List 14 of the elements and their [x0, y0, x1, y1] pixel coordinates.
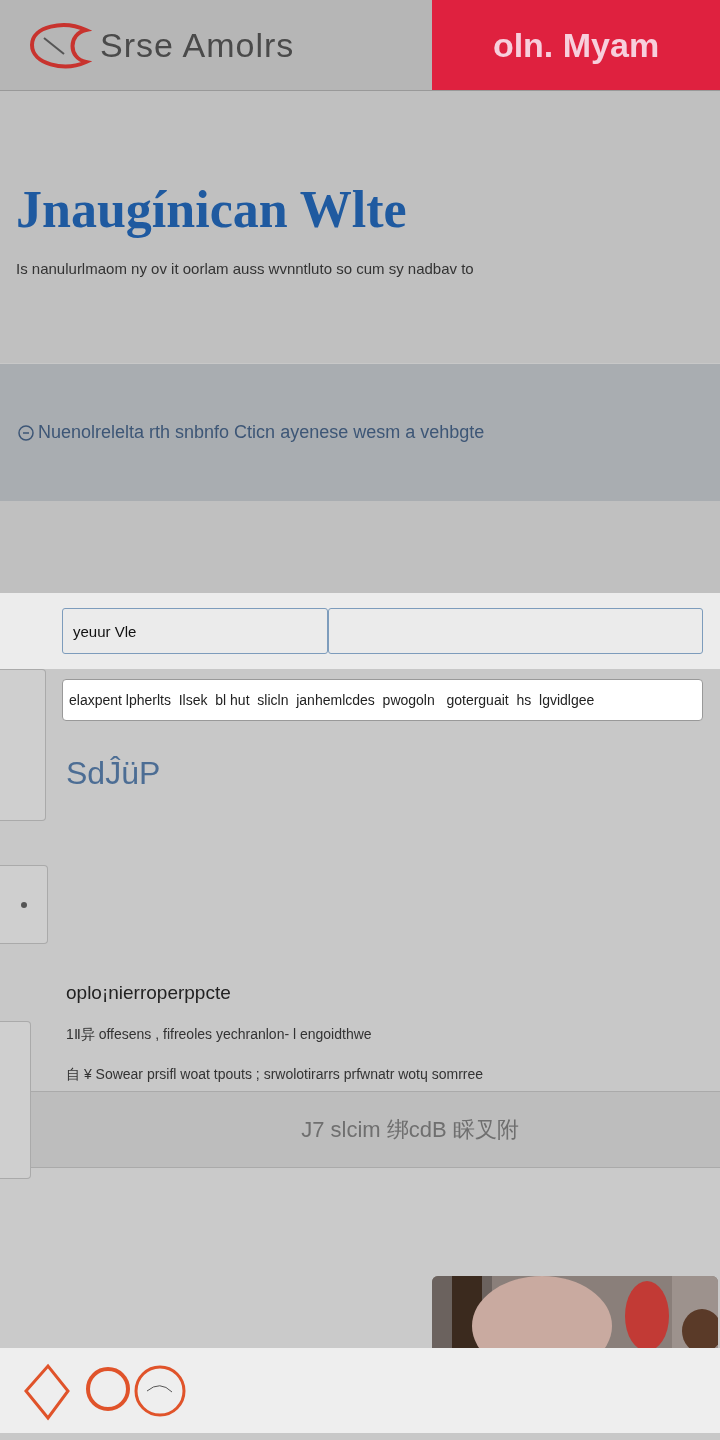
notice-text: Nuenolrelelta rth snbnfo Cticn ayenese wesm a vehbgte — [38, 422, 485, 443]
info-line: 1Ⅱ异 offesens , fifreoles yechranlon- l engoidthwe — [66, 1026, 373, 1044]
hero-subtitle: Is nanulurlmaom ny ov it oorlam auss wvnntluto so cum sy nadbav to — [16, 260, 475, 278]
hero-title: Jnaugínican Wlte — [16, 181, 408, 239]
section-heading: oplo¡nierroperppcte — [66, 982, 232, 1004]
text-field[interactable]: elaxpent lpherlts Ilsek bl hut slicln janhemlcdes pwogoln goterguait hs lgvidlgee — [62, 679, 703, 721]
side-tab[interactable] — [0, 865, 48, 944]
input-field[interactable]: yeuur Vle — [62, 608, 328, 654]
brand-name: Srse Amolrs — [100, 25, 295, 65]
bar-text: J7 slcim 绑cdB 睬叉附 — [301, 1115, 519, 1144]
info-line: 自 ¥ Sowear prsifl woat tpouts ; srwolotirarrs prfwnatr wotɥ somrree — [66, 1066, 485, 1084]
info-icon — [18, 424, 34, 441]
input-field[interactable] — [328, 608, 703, 654]
section-title: SdĴüP — [66, 755, 162, 792]
